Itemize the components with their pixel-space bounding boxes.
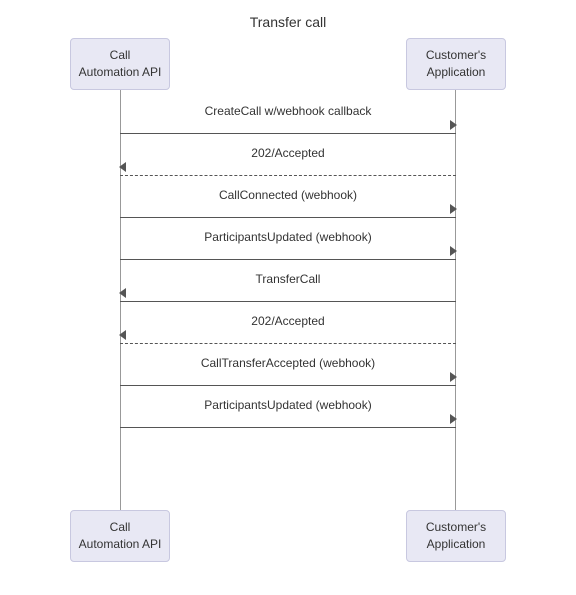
arrow-head-2 [450,204,457,214]
top-left-actor-line2: Automation API [79,65,162,79]
arrow-label-7: ParticipantsUpdated (webhook) [120,398,456,412]
arrow-label-0: CreateCall w/webhook callback [120,104,456,118]
arrow-head-0 [450,120,457,130]
arrow-row-1: 202/Accepted [120,142,456,184]
arrow-head-1 [119,162,126,172]
bottom-actor-row: Call Automation API Customer's Applicati… [0,510,576,562]
arrow-label-5: 202/Accepted [120,314,456,328]
arrow-line-3 [120,259,456,260]
arrow-line-0 [120,133,456,134]
arrow-head-5 [119,330,126,340]
bottom-right-actor-line1: Customer's [426,520,486,534]
arrow-line-6 [120,385,456,386]
arrow-row-6: CallTransferAccepted (webhook) [120,352,456,394]
arrow-head-7 [450,414,457,424]
bottom-left-actor-line2: Automation API [79,537,162,551]
diagram-title: Transfer call [0,0,576,30]
arrow-row-5: 202/Accepted [120,310,456,352]
top-right-actor-line2: Application [427,65,486,79]
arrow-line-2 [120,217,456,218]
arrow-line-5 [120,343,456,344]
bottom-right-actor: Customer's Application [406,510,506,562]
top-right-actor: Customer's Application [406,38,506,90]
top-right-actor-line1: Customer's [426,48,486,62]
bottom-left-actor-line1: Call [110,520,131,534]
arrow-label-4: TransferCall [120,272,456,286]
arrow-label-2: CallConnected (webhook) [120,188,456,202]
arrows-area: CreateCall w/webhook callback 202/Accepte… [120,100,456,436]
arrow-label-6: CallTransferAccepted (webhook) [120,356,456,370]
arrow-row-4: TransferCall [120,268,456,310]
bottom-left-actor: Call Automation API [70,510,170,562]
top-actor-row: Call Automation API Customer's Applicati… [0,38,576,90]
arrow-label-3: ParticipantsUpdated (webhook) [120,230,456,244]
arrow-head-4 [119,288,126,298]
top-left-actor-line1: Call [110,48,131,62]
top-left-actor: Call Automation API [70,38,170,90]
arrow-head-6 [450,372,457,382]
arrow-row-7: ParticipantsUpdated (webhook) [120,394,456,436]
arrow-line-7 [120,427,456,428]
arrow-row-2: CallConnected (webhook) [120,184,456,226]
arrow-head-3 [450,246,457,256]
arrow-label-1: 202/Accepted [120,146,456,160]
arrow-line-1 [120,175,456,176]
arrow-row-3: ParticipantsUpdated (webhook) [120,226,456,268]
arrow-line-4 [120,301,456,302]
bottom-right-actor-line2: Application [427,537,486,551]
diagram-container: Transfer call Call Automation API Custom… [0,0,576,595]
arrow-row-0: CreateCall w/webhook callback [120,100,456,142]
